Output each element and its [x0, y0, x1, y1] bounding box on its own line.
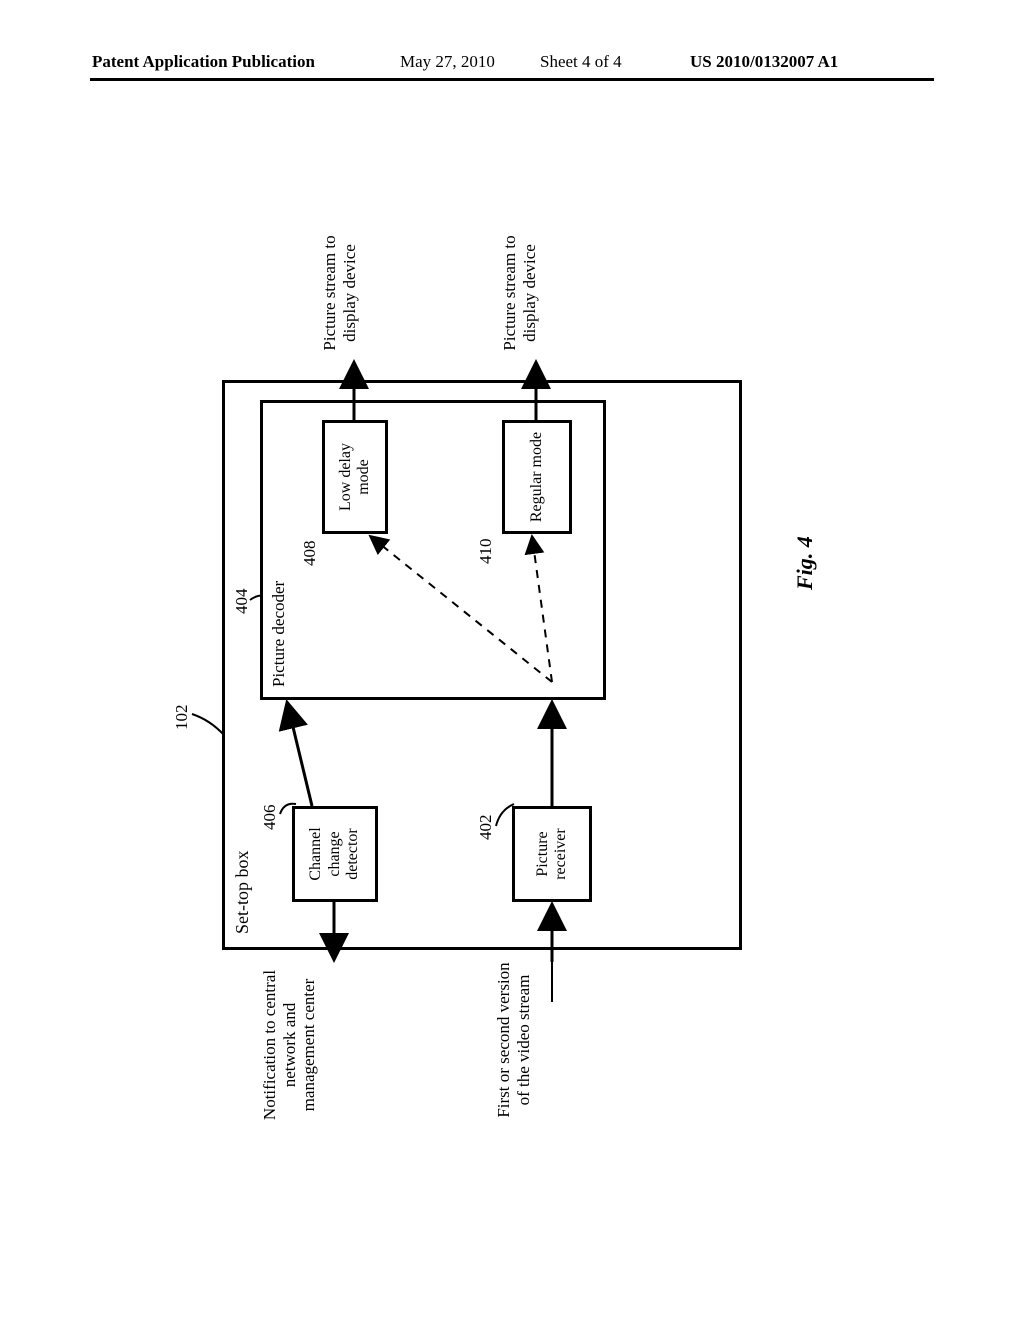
- figure-canvas: 102 Set-top box: [132, 250, 892, 1150]
- header-publication: Patent Application Publication: [92, 52, 315, 72]
- header-rule: [90, 78, 934, 81]
- header-date: May 27, 2010: [400, 52, 495, 72]
- header-sheet: Sheet 4 of 4: [540, 52, 622, 72]
- diagram-area: 102 Set-top box: [0, 150, 1024, 1250]
- header-pubno: US 2010/0132007 A1: [690, 52, 838, 72]
- arrows: [132, 250, 892, 1150]
- page: Patent Application Publication May 27, 2…: [0, 0, 1024, 1320]
